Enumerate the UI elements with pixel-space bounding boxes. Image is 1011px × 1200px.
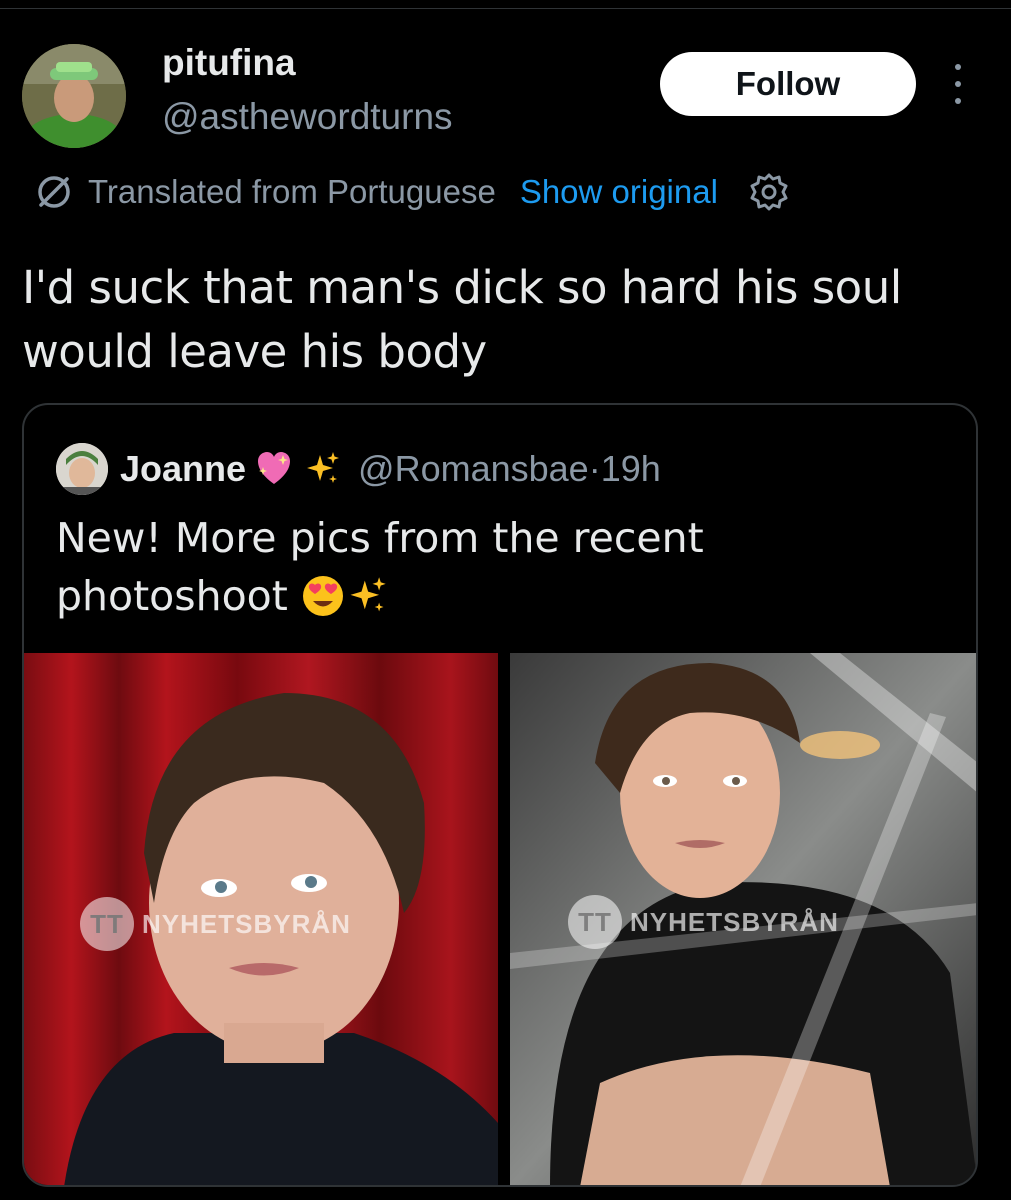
more-icon[interactable] [940, 64, 976, 104]
sparkles-emoji [307, 452, 340, 483]
sparkles-emoji [350, 577, 386, 612]
translate-icon [38, 176, 70, 208]
author-avatar[interactable] [22, 44, 126, 148]
quoted-author-name[interactable]: Joanne [120, 448, 246, 490]
quoted-post-text: New! More pics from the recent photoshoo… [56, 509, 776, 625]
show-original-link[interactable]: Show original [520, 173, 718, 211]
quoted-post-card[interactable]: Joanne @Romansbae · 19h New! More pics f… [22, 403, 978, 1187]
quoted-timestamp[interactable]: 19h [601, 448, 661, 490]
gear-icon[interactable] [746, 169, 792, 215]
quoted-avatar-image [56, 443, 108, 495]
photo-watermark: TT NYHETSBYRÅN [568, 895, 839, 949]
author-handle[interactable]: @asthewordturns [162, 96, 453, 138]
watermark-logo: TT [80, 897, 134, 951]
post-text: I'd suck that man's dick so hard his sou… [22, 261, 902, 378]
avatar-image [22, 44, 126, 148]
timestamp-separator: · [588, 448, 601, 489]
watermark-text: NYHETSBYRÅN [630, 906, 839, 937]
watermark-text: NYHETSBYRÅN [142, 908, 351, 939]
watermark-logo: TT [568, 895, 622, 949]
photo-watermark: TT NYHETSBYRÅN [80, 897, 351, 951]
quoted-photo-2[interactable]: TT NYHETSBYRÅN [510, 653, 976, 1185]
sparkling-heart-emoji [258, 452, 291, 484]
quoted-photo-1[interactable]: TT NYHETSBYRÅN [24, 653, 498, 1185]
heart-eyes-emoji [302, 576, 343, 616]
follow-button[interactable]: Follow [660, 52, 916, 116]
translation-notice: Translated from Portuguese Show original [32, 168, 792, 216]
quoted-author-handle[interactable]: @Romansbae [358, 448, 589, 490]
quoted-author-avatar[interactable] [56, 443, 108, 495]
translated-from-text: Translated from Portuguese [88, 173, 496, 210]
quoted-post-header: Joanne @Romansbae · 19h [120, 439, 661, 499]
author-display-name[interactable]: pitufina [162, 42, 296, 84]
top-divider [0, 8, 1011, 9]
